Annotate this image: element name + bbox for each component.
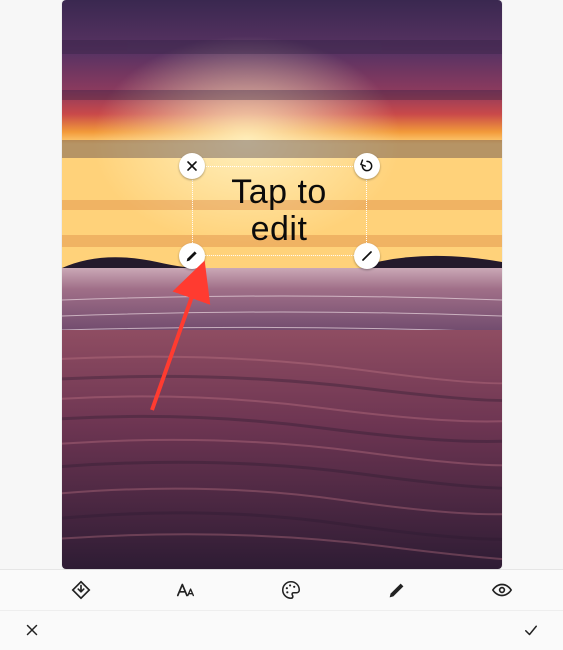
check-icon: [522, 621, 540, 639]
palette-icon: [280, 579, 302, 601]
font-size-icon: [175, 579, 197, 601]
photo-canvas[interactable]: Tap to edit: [62, 0, 502, 569]
close-icon: [184, 158, 200, 174]
rotate-icon: [359, 158, 375, 174]
cancel-button[interactable]: [10, 614, 54, 646]
photo-text-editor: Tap to edit: [0, 0, 563, 650]
text-overlay[interactable]: Tap to edit: [192, 166, 367, 256]
text-overlay-content[interactable]: Tap to edit: [192, 166, 367, 256]
overlay-rotate-handle[interactable]: [354, 153, 380, 179]
eye-icon: [491, 579, 513, 601]
fill-download-icon: [70, 579, 92, 601]
background-photo: [62, 0, 502, 569]
pencil-icon: [386, 579, 408, 601]
color-palette-button[interactable]: [269, 574, 313, 606]
confirm-toolbar: [0, 610, 563, 650]
fill-style-button[interactable]: [59, 574, 103, 606]
edit-text-button[interactable]: [375, 574, 419, 606]
visibility-button[interactable]: [480, 574, 524, 606]
pencil-icon: [184, 248, 200, 264]
overlay-close-handle[interactable]: [179, 153, 205, 179]
overlay-edit-handle[interactable]: [179, 243, 205, 269]
confirm-button[interactable]: [509, 614, 553, 646]
text-style-toolbar: [0, 569, 563, 610]
font-size-button[interactable]: [164, 574, 208, 606]
resize-icon: [359, 248, 375, 264]
overlay-resize-handle[interactable]: [354, 243, 380, 269]
close-icon: [23, 621, 41, 639]
editor-stage: Tap to edit: [0, 0, 563, 569]
